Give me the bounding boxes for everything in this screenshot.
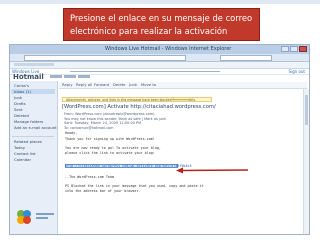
callout-line-1: Presione el enlace en su mensaje de corr… — [70, 13, 253, 23]
message-subject: [WordPress.com] Activate http://citaciah… — [62, 104, 216, 110]
sidebar-item-calendar[interactable]: Calendar — [14, 157, 31, 162]
windows-live-logo-icon — [17, 210, 31, 224]
favorites-bar — [10, 62, 309, 69]
sidebar-item-deleted[interactable]: Deleted — [14, 113, 29, 118]
live-nav-links — [70, 71, 220, 72]
hotmail-nav — [50, 75, 90, 78]
body-line: into the address bar of your browser. — [65, 188, 141, 193]
message-toolbar: Reply Reply all Forward Delete Junk Move… — [59, 82, 307, 89]
search-input[interactable] — [220, 55, 272, 61]
sidebar-item-inbox[interactable]: Inbox (1) — [11, 89, 55, 94]
nav-tab[interactable] — [64, 75, 76, 78]
sidebar-item-sent[interactable]: Sent — [14, 107, 23, 112]
hotmail-logo: Hotmail — [13, 73, 44, 81]
reply-button[interactable]: Reply — [62, 82, 73, 88]
show-content-button[interactable] — [170, 98, 190, 101]
forward-button[interactable]: Forward — [94, 82, 109, 88]
favorites-tab[interactable] — [14, 63, 54, 66]
message-pane: Attachments, pictures, and links in this… — [59, 89, 307, 234]
nav-tab[interactable] — [78, 75, 90, 78]
junk-button[interactable]: Junk — [129, 82, 137, 88]
address-input[interactable] — [24, 55, 186, 61]
activation-link[interactable]: http://citaciahad.wordpress.com/wp-activ… — [65, 164, 192, 168]
message-body: Howdy, Thank you for signing up with Wor… — [62, 129, 305, 234]
browser-screenshot: Windows Live Hotmail - Windows Internet … — [9, 44, 310, 235]
scrollbar-thumb[interactable] — [305, 95, 308, 125]
logo-caption-line — [36, 217, 48, 219]
blocked-content-warning: Attachments, pictures, and links in this… — [62, 97, 212, 102]
reply-all-button[interactable]: Reply all — [76, 82, 92, 88]
sidebar-item-today[interactable]: Today — [14, 145, 25, 150]
vertical-scrollbar[interactable] — [303, 89, 309, 234]
address-bar-row — [10, 54, 309, 62]
sidebar-related-heading: Related places — [14, 139, 42, 144]
nav-tab[interactable] — [50, 75, 62, 78]
maximize-button[interactable] — [290, 46, 298, 52]
folder-sidebar: Carlos's WordPress.com Inbox (1) Junk Dr… — [10, 81, 58, 234]
callout-line-2: electrónico para realizar la activación — [70, 25, 228, 36]
body-line: Howdy, — [65, 131, 78, 135]
sign-out-link[interactable]: Sign out — [288, 69, 305, 74]
sidebar-item-contacts[interactable]: Contact list — [14, 151, 36, 156]
sidebar-item-add-account[interactable]: Add an e-mail account — [14, 125, 57, 130]
instruction-callout: Presione el enlace en su mensaje de corr… — [63, 8, 260, 41]
window-controls — [281, 46, 307, 52]
body-line: please click the link to activate your b… — [65, 150, 155, 155]
close-button[interactable] — [299, 46, 307, 52]
sidebar-divider — [12, 136, 54, 137]
window-titlebar: Windows Live Hotmail - Windows Internet … — [10, 45, 309, 54]
slide-top-strip — [0, 0, 320, 4]
window-title: Windows Live Hotmail - Windows Internet … — [105, 46, 232, 52]
sidebar-item-junk[interactable]: Junk — [14, 95, 22, 100]
sidebar-item-manage-folders[interactable]: Manage folders — [14, 119, 43, 124]
delete-button[interactable]: Delete — [113, 82, 125, 88]
logo-caption-line — [36, 213, 54, 215]
move-to-button[interactable]: Move to — [141, 82, 156, 88]
body-line: --The WordPress.com Team — [65, 175, 114, 179]
body-line: Thank you for signing up with WordPress.… — [65, 137, 155, 141]
minimize-button[interactable] — [281, 46, 289, 52]
sidebar-item-drafts[interactable]: Drafts — [14, 101, 26, 106]
